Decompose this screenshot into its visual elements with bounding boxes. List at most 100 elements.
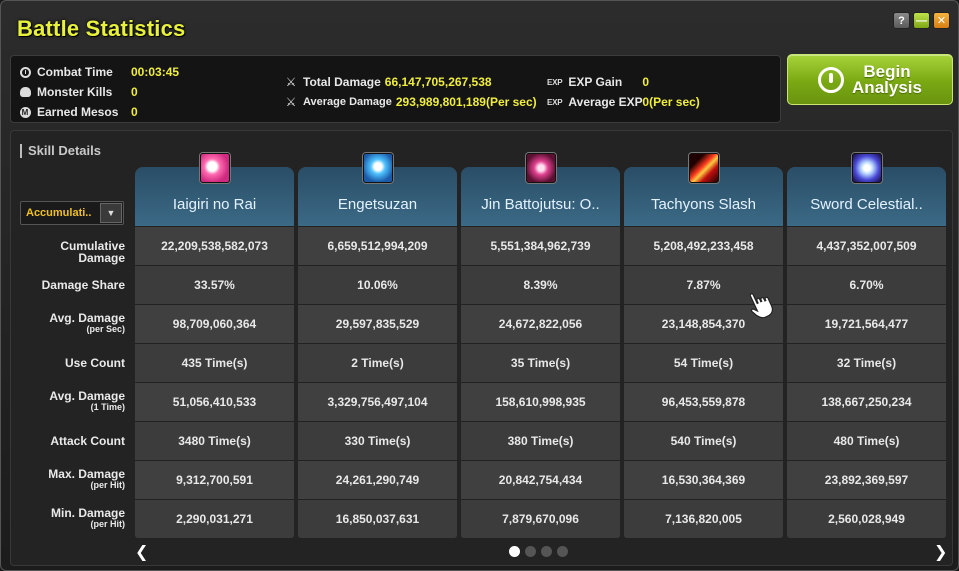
stat-cell: 29,597,835,529 — [298, 304, 457, 343]
skill-column[interactable]: Tachyons Slash 5,208,492,233,458 7.87% 23,1… — [624, 167, 783, 538]
stat-cell: 32 Time(s) — [787, 343, 946, 382]
average-damage-value: 293,989,801,189(Per sec) — [395, 95, 537, 109]
average-exp-value: 0(Per sec) — [642, 95, 700, 109]
row-label-main: Use Count — [65, 356, 125, 370]
skill-column[interactable]: Iaigiri no Rai 22,209,538,582,073 33.57% 98… — [135, 167, 294, 538]
exp-icon: EXP — [547, 97, 563, 107]
gauge-icon — [818, 66, 845, 93]
row-label: Avg. Damage (per Sec) — [13, 312, 125, 334]
clock-icon — [19, 66, 31, 78]
stat-cell: 6.70% — [787, 265, 946, 304]
skill-column[interactable]: Sword Celestial.. 4,437,352,007,509 6.70% 1… — [787, 167, 946, 538]
begin-analysis-label: Begin Analysis — [852, 63, 922, 97]
stat-cell: 435 Time(s) — [135, 343, 294, 382]
row-label-main: Damage Share — [41, 278, 125, 292]
stat-cell: 54 Time(s) — [624, 343, 783, 382]
begin-analysis-line2: Analysis — [852, 77, 922, 97]
page-dot[interactable] — [557, 546, 568, 557]
stat-cell: 51,056,410,533 — [135, 382, 294, 421]
earned-mesos-row: M Earned Mesos 0 — [19, 105, 138, 119]
row-label-main: Avg. Damage — [49, 311, 125, 325]
sword-icon: ⚔ — [285, 75, 297, 89]
begin-analysis-button[interactable]: Begin Analysis — [787, 54, 953, 105]
average-exp-row: EXP Average EXP 0(Per sec) — [547, 95, 700, 109]
row-label: Max. Damage (per Hit) — [13, 468, 125, 490]
skill-name: Jin Battojutsu: O.. — [481, 196, 600, 213]
row-label: Attack Count — [13, 435, 125, 447]
row-label-sub: (per Hit) — [90, 519, 126, 529]
sword-icon: ⚔ — [285, 95, 297, 109]
exp-icon: EXP — [547, 77, 563, 87]
stat-cell: 24,672,822,056 — [461, 304, 620, 343]
stat-cell: 4,437,352,007,509 — [787, 226, 946, 265]
combat-time-label: Combat Time — [37, 65, 113, 79]
combat-time-row: Combat Time 00:03:45 — [19, 65, 179, 79]
help-button[interactable]: ? — [893, 12, 910, 29]
stat-cell: 8.39% — [461, 265, 620, 304]
stat-cell: 5,208,492,233,458 — [624, 226, 783, 265]
row-label: Cumulative Damage — [13, 240, 125, 264]
iaigiri-skill-icon — [200, 153, 230, 183]
stat-cell: 3,329,756,497,104 — [298, 382, 457, 421]
skill-column[interactable]: Jin Battojutsu: O.. 5,551,384,962,739 8.39… — [461, 167, 620, 538]
row-label: Damage Share — [13, 279, 125, 291]
stat-cell: 330 Time(s) — [298, 421, 457, 460]
page-dot[interactable] — [525, 546, 536, 557]
stat-cell: 7,879,670,096 — [461, 499, 620, 538]
stat-cell: 6,659,512,994,209 — [298, 226, 457, 265]
stat-cell: 480 Time(s) — [787, 421, 946, 460]
monster-kills-label: Monster Kills — [37, 85, 113, 99]
stat-cell: 23,892,369,597 — [787, 460, 946, 499]
row-label-main: Max. Damage — [48, 467, 125, 481]
prev-page-arrow[interactable]: ❮ — [135, 542, 148, 562]
stat-cell: 138,667,250,234 — [787, 382, 946, 421]
sword-celestial-skill-icon — [852, 153, 882, 183]
average-damage-label: Average Damage — [303, 96, 392, 108]
total-damage-row: ⚔ Total Damage 66,147,705,267,538 — [285, 75, 492, 89]
skill-details-label: Skill Details — [20, 144, 101, 158]
row-label-main: Cumulative Damage — [60, 239, 125, 265]
stat-cell: 2,560,028,949 — [787, 499, 946, 538]
monster-kills-value: 0 — [131, 85, 138, 99]
earned-mesos-value: 0 — [131, 105, 138, 119]
skill-name: Sword Celestial.. — [810, 196, 923, 213]
stat-cell: 5,551,384,962,739 — [461, 226, 620, 265]
dropdown-value: Accumulati.. — [26, 207, 92, 219]
stat-cell: 7,136,820,005 — [624, 499, 783, 538]
stat-cell: 2 Time(s) — [298, 343, 457, 382]
combat-time-value: 00:03:45 — [131, 65, 180, 79]
page-dot[interactable] — [509, 546, 520, 557]
total-damage-value: 66,147,705,267,538 — [384, 75, 492, 89]
stat-cell: 380 Time(s) — [461, 421, 620, 460]
page-dot[interactable] — [541, 546, 552, 557]
exp-gain-label: EXP Gain — [568, 75, 623, 89]
row-label-main: Attack Count — [50, 434, 125, 448]
minimize-button[interactable]: — — [913, 12, 930, 29]
row-label-sub: (per Hit) — [90, 480, 126, 490]
tachyons-slash-skill-icon — [689, 153, 719, 183]
stat-cell: 98,709,060,364 — [135, 304, 294, 343]
skill-column[interactable]: Engetsuzan 6,659,512,994,209 10.06% 29,597,… — [298, 167, 457, 538]
average-exp-label: Average EXP — [568, 95, 643, 109]
skill-name: Iaigiri no Rai — [172, 196, 257, 213]
stat-mode-dropdown[interactable]: Accumulati.. ▼ — [20, 201, 124, 225]
average-damage-row: ⚔ Average Damage 293,989,801,189(Per sec… — [285, 95, 537, 109]
window-title: Battle Statistics — [17, 16, 186, 41]
stat-cell: 16,850,037,631 — [298, 499, 457, 538]
next-page-arrow[interactable]: ❯ — [934, 542, 947, 562]
meso-coin-icon: M — [19, 106, 31, 118]
stat-cell: 35 Time(s) — [461, 343, 620, 382]
skill-name: Tachyons Slash — [650, 196, 757, 213]
window-controls: ? — ✕ — [893, 12, 950, 29]
stat-cell: 33.57% — [135, 265, 294, 304]
chevron-down-icon[interactable]: ▼ — [100, 203, 122, 223]
skull-icon — [19, 86, 31, 98]
close-button[interactable]: ✕ — [933, 12, 950, 29]
skill-name: Engetsuzan — [337, 196, 418, 213]
monster-kills-row: Monster Kills 0 — [19, 85, 138, 99]
earned-mesos-label: Earned Mesos — [37, 105, 119, 119]
stat-cell: 3480 Time(s) — [135, 421, 294, 460]
row-label: Avg. Damage (1 Time) — [13, 390, 125, 412]
row-label-main: Avg. Damage — [49, 389, 125, 403]
row-label-sub: (per Sec) — [86, 324, 125, 334]
